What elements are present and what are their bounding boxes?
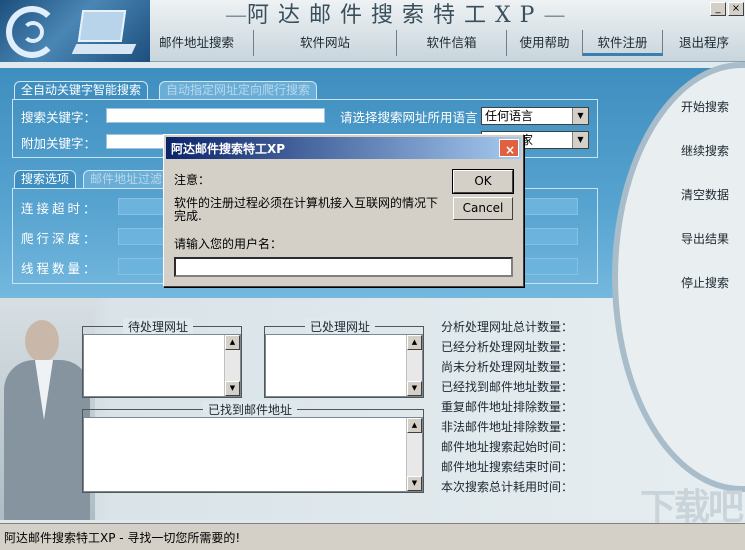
register-dialog: 阿达邮件搜索特工XP × 注意： 软件的注册过程必须在计算机接入互联网的情况下完… xyxy=(163,134,524,287)
stat-unprocessed-urls: 尚未分析处理网址数量： xyxy=(441,360,574,374)
status-text: 阿达邮件搜索特工XP - 寻找一切您所需要的! xyxy=(4,531,241,545)
app-window: —阿达邮件搜索特工XP— _ × 邮件地址搜索 软件网站 软件信箱 使用帮助 软… xyxy=(0,0,745,550)
menu-email-search[interactable]: 邮件地址搜索 xyxy=(140,30,254,56)
processed-urls-list[interactable]: ▲ ▼ xyxy=(265,334,423,397)
stat-duplicate-excluded: 重复邮件地址排除数量： xyxy=(441,400,574,414)
stat-start-time: 邮件地址搜索起始时间： xyxy=(441,440,574,454)
dialog-notice-label: 注意： xyxy=(174,173,211,187)
status-bar: 阿达邮件搜索特工XP - 寻找一切您所需要的! xyxy=(0,523,745,550)
businessman-image xyxy=(0,298,95,520)
menu-website[interactable]: 软件网站 xyxy=(254,30,397,56)
app-title: —阿达邮件搜索特工XP— xyxy=(225,3,566,28)
clear-data-button[interactable]: 清空数据 xyxy=(668,185,742,205)
dialog-prompt: 请输入您的用户名： xyxy=(174,237,283,251)
app-logo xyxy=(0,0,150,62)
scroll-down-icon[interactable]: ▼ xyxy=(407,476,422,491)
found-emails-title: 已找到邮件地址 xyxy=(203,401,298,418)
header: —阿达邮件搜索特工XP— _ × 邮件地址搜索 软件网站 软件信箱 使用帮助 软… xyxy=(0,0,745,62)
menu-exit[interactable]: 退出程序 xyxy=(663,30,745,56)
connect-timeout-label: 连接超时： xyxy=(21,201,99,216)
thread-count-label: 线程数量： xyxy=(21,261,99,276)
scroll-up-icon[interactable]: ▲ xyxy=(407,335,422,350)
search-keyword-input[interactable] xyxy=(106,108,325,123)
dialog-title: 阿达邮件搜索特工XP xyxy=(171,142,286,156)
pending-urls-title: 待处理网址 xyxy=(123,318,194,335)
scroll-down-icon[interactable]: ▼ xyxy=(225,381,240,396)
stat-end-time: 邮件地址搜索结束时间： xyxy=(441,460,574,474)
chevron-down-icon: ▼ xyxy=(572,132,588,148)
crawl-depth-input[interactable] xyxy=(118,228,168,245)
crawl-depth-label: 爬行深度： xyxy=(21,231,99,246)
ok-button[interactable]: OK xyxy=(452,169,514,194)
minimize-icon: _ xyxy=(715,3,721,14)
extra-keyword-label: 附加关键字： xyxy=(21,136,97,151)
start-search-button[interactable]: 开始搜索 xyxy=(668,97,742,117)
stop-search-button[interactable]: 停止搜索 xyxy=(668,273,742,293)
pending-scrollbar[interactable]: ▲ ▼ xyxy=(224,335,240,396)
extra-keyword-input[interactable] xyxy=(106,134,166,149)
tab-email-filter[interactable]: 邮件地址过滤 xyxy=(83,170,170,188)
cancel-button[interactable]: Cancel xyxy=(453,197,513,220)
minimize-button[interactable]: _ xyxy=(710,2,726,16)
processed-urls-title: 已处理网址 xyxy=(305,318,376,335)
connect-timeout-input[interactable] xyxy=(118,198,168,215)
dialog-close-button[interactable]: × xyxy=(499,139,519,157)
dialog-message: 软件的注册过程必须在计算机接入互联网的情况下完成. xyxy=(174,196,439,223)
scroll-down-icon[interactable]: ▼ xyxy=(407,381,422,396)
processed-scrollbar[interactable]: ▲ ▼ xyxy=(406,335,422,396)
scroll-up-icon[interactable]: ▲ xyxy=(407,418,422,433)
stat-processed-urls: 已经分析处理网址数量： xyxy=(441,340,574,354)
thread-count-input[interactable] xyxy=(118,258,168,275)
close-icon: × xyxy=(731,3,741,14)
dialog-titlebar: 阿达邮件搜索特工XP × xyxy=(166,137,521,159)
search-keyword-label: 搜索关键字： xyxy=(21,110,97,125)
stat-elapsed-time: 本次搜索总计耗用时间： xyxy=(441,480,574,494)
found-scrollbar[interactable]: ▲ ▼ xyxy=(406,418,422,491)
scroll-up-icon[interactable]: ▲ xyxy=(225,335,240,350)
stat-invalid-excluded: 非法邮件地址排除数量： xyxy=(441,420,574,434)
continue-search-button[interactable]: 继续搜索 xyxy=(668,141,742,161)
found-emails-list[interactable]: ▲ ▼ xyxy=(83,417,423,492)
tab-auto-keyword[interactable]: 全自动关键字智能搜索 xyxy=(14,81,149,99)
tab-directed-crawl[interactable]: 自动指定网址定向爬行搜索 xyxy=(159,81,318,99)
pending-urls-group: 待处理网址 ▲ ▼ xyxy=(82,318,242,398)
username-input[interactable] xyxy=(174,257,513,277)
processed-urls-group: 已处理网址 ▲ ▼ xyxy=(264,318,424,398)
stat-total-urls: 分析处理网址总计数量： xyxy=(441,320,574,334)
menu-help[interactable]: 使用帮助 xyxy=(507,30,583,56)
menu-bar: 邮件地址搜索 软件网站 软件信箱 使用帮助 软件注册 退出程序 xyxy=(140,30,745,56)
menu-mailbox[interactable]: 软件信箱 xyxy=(397,30,507,56)
chevron-down-icon: ▼ xyxy=(572,108,588,124)
export-results-button[interactable]: 导出结果 xyxy=(668,229,742,249)
language-label: 请选择搜索网址所用语言 xyxy=(340,110,478,125)
pending-urls-list[interactable]: ▲ ▼ xyxy=(83,334,241,397)
found-emails-group: 已找到邮件地址 ▲ ▼ xyxy=(82,401,424,493)
close-icon: × xyxy=(505,143,516,157)
stat-found-emails: 已经找到邮件地址数量： xyxy=(441,380,574,394)
language-select[interactable]: 任何语言 ▼ xyxy=(481,107,589,125)
tab-search-options[interactable]: 搜索选项 xyxy=(14,170,77,188)
close-button[interactable]: × xyxy=(728,2,744,16)
menu-register[interactable]: 软件注册 xyxy=(583,30,663,56)
